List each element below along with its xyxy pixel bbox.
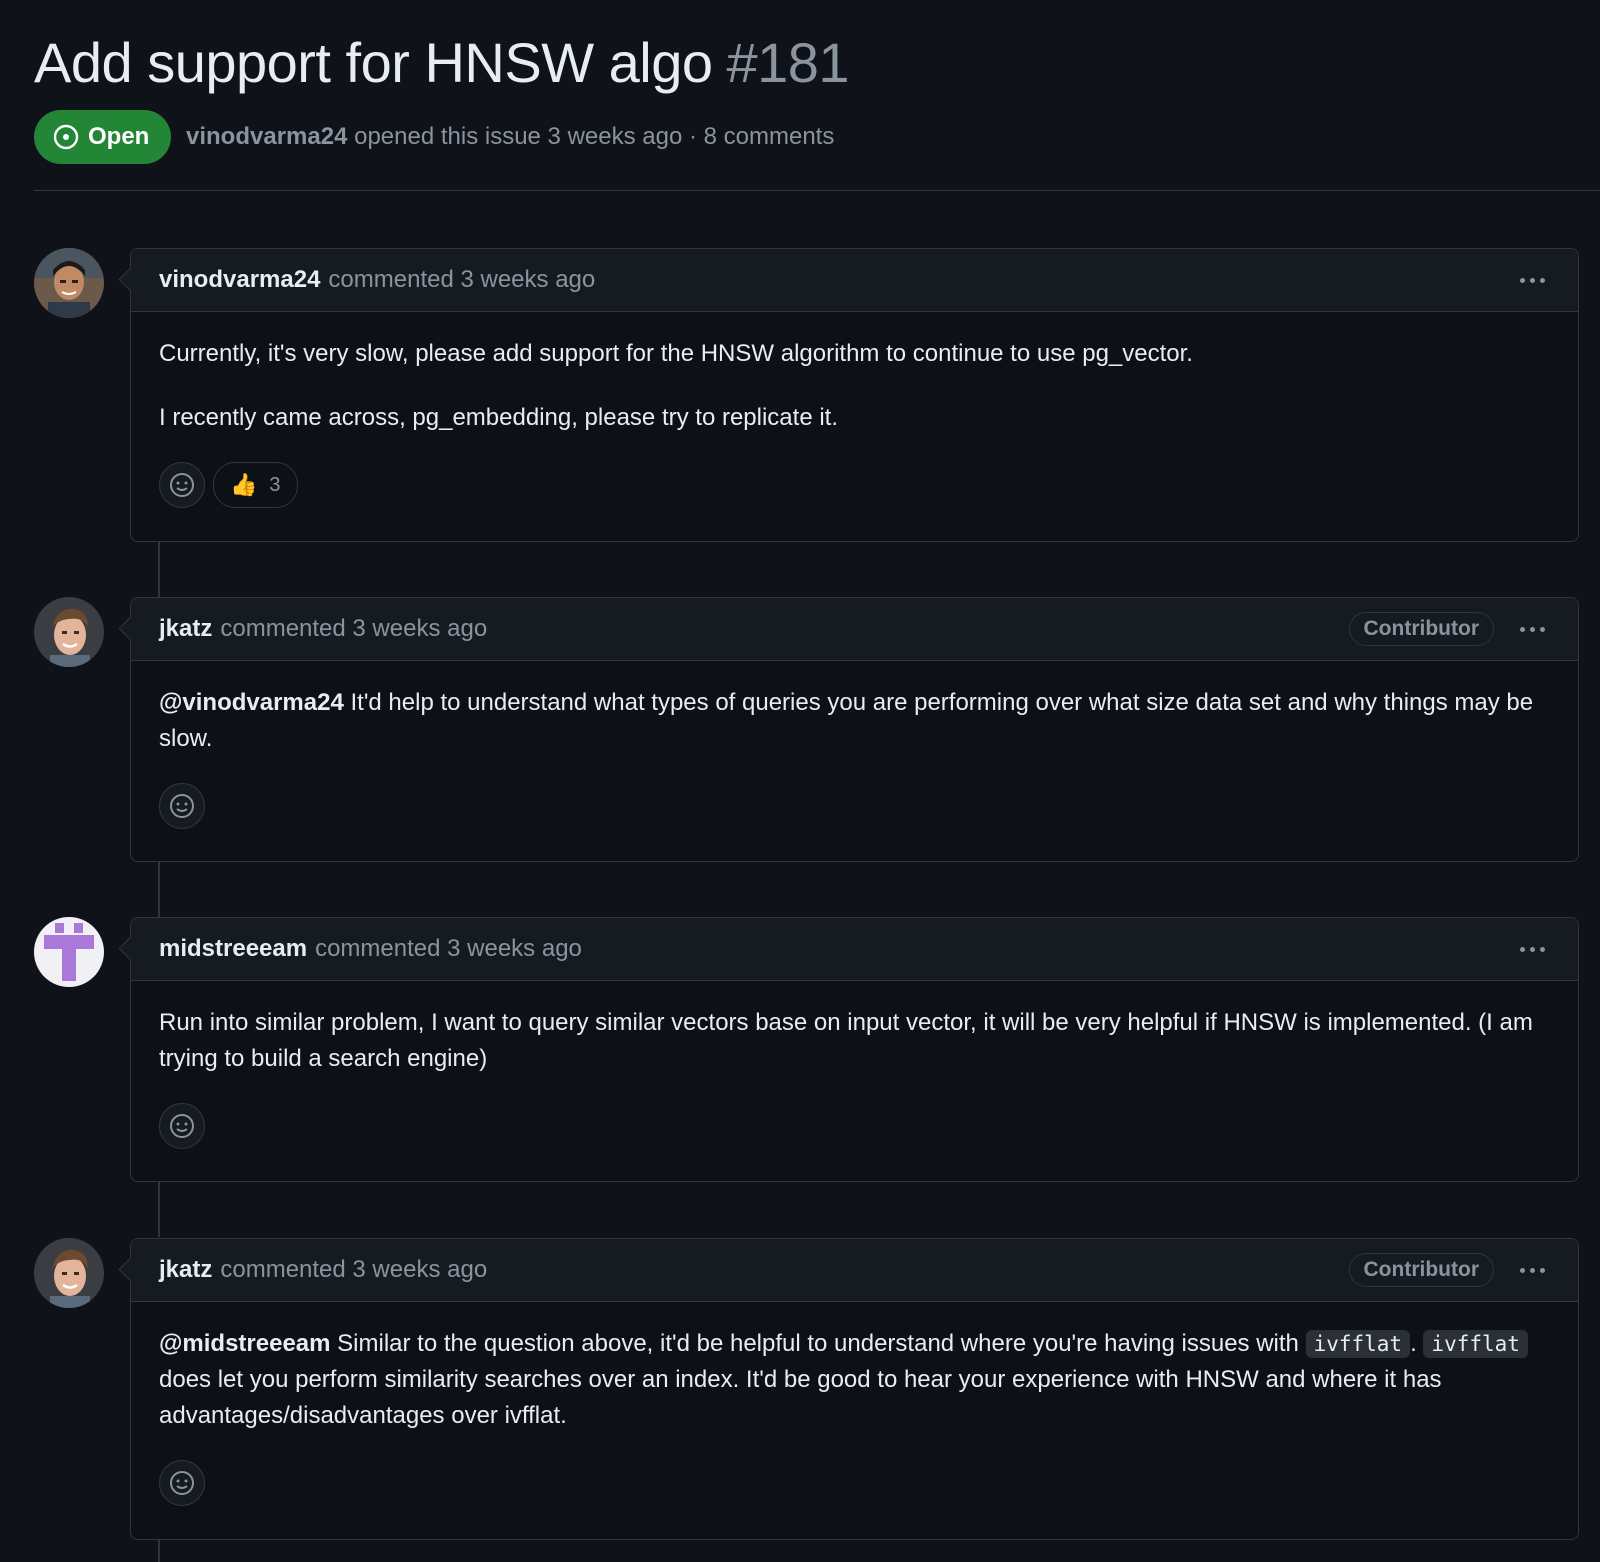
reactions-bar bbox=[159, 1460, 1550, 1506]
comment-paragraph: I recently came across, pg_embedding, pl… bbox=[159, 404, 839, 431]
comment-timestamp[interactable]: commented 3 weeks ago bbox=[328, 266, 595, 294]
contributor-badge: Contributor bbox=[1348, 612, 1494, 646]
comment-paragraph: @midstreeeam Similar to the question abo… bbox=[159, 1326, 1550, 1434]
comment-text: does let you perform similarity searches… bbox=[159, 1366, 1442, 1429]
comment-body: @midstreeeam Similar to the question abo… bbox=[131, 1302, 1578, 1532]
comment-header: midstreeeam commented 3 weeks ago bbox=[131, 918, 1578, 981]
reactions-bar: 👍 3 bbox=[159, 462, 1550, 508]
header-divider bbox=[34, 190, 1600, 191]
identicon-icon bbox=[34, 917, 104, 987]
contributor-badge: Contributor bbox=[1348, 1253, 1494, 1287]
comment-text: It'd help to understand what types of qu… bbox=[159, 689, 1534, 752]
smiley-icon bbox=[170, 1471, 194, 1495]
inline-code: ivfflat bbox=[1423, 1330, 1528, 1358]
issue-number: #181 bbox=[726, 31, 850, 94]
user-mention[interactable]: @midstreeeam bbox=[159, 1330, 330, 1357]
issue-state-label: Open bbox=[88, 123, 150, 150]
reaction-count: 3 bbox=[269, 474, 281, 496]
comment-author[interactable]: jkatz bbox=[159, 615, 212, 643]
issue-meta: vinodvarma24 opened this issue 3 weeks a… bbox=[186, 120, 834, 154]
reactions-bar bbox=[159, 783, 1550, 829]
issue-author-link[interactable]: vinodvarma24 bbox=[186, 123, 347, 150]
smiley-icon bbox=[170, 1114, 194, 1138]
issue-page: Add support for HNSW algo #181 Open vinod… bbox=[0, 0, 1600, 1562]
issue-title: Add support for HNSW algo #181 bbox=[34, 28, 850, 98]
smiley-icon bbox=[170, 794, 194, 818]
comment-author[interactable]: jkatz bbox=[159, 1256, 212, 1284]
comment-author[interactable]: midstreeeam bbox=[159, 935, 307, 963]
issue-title-text: Add support for HNSW algo bbox=[34, 31, 713, 94]
comment-text: Similar to the question above, it'd be h… bbox=[337, 1330, 1299, 1357]
avatar-jkatz[interactable] bbox=[34, 1238, 104, 1308]
add-reaction-button[interactable] bbox=[159, 1103, 205, 1149]
timeline-connector bbox=[158, 861, 160, 917]
add-reaction-button[interactable] bbox=[159, 783, 205, 829]
comment-body: Run into similar problem, I want to quer… bbox=[131, 981, 1578, 1175]
comment-header: jkatz commented 3 weeks ago Contributor bbox=[131, 1239, 1578, 1302]
comment-body: @vinodvarma24 It'd help to understand wh… bbox=[131, 661, 1578, 855]
reactions-bar bbox=[159, 1103, 1550, 1149]
comment-header: jkatz commented 3 weeks ago Contributor bbox=[131, 598, 1578, 661]
comment-text: . bbox=[1410, 1330, 1417, 1357]
add-reaction-button[interactable] bbox=[159, 462, 205, 508]
comment-timestamp[interactable]: commented 3 weeks ago bbox=[220, 1256, 487, 1284]
comment-header-actions: Contributor bbox=[1348, 1253, 1550, 1287]
comment-paragraph: Currently, it's very slow, please add su… bbox=[159, 340, 1193, 367]
comment-header-actions bbox=[1514, 937, 1550, 961]
avatar-vinodvarma24[interactable] bbox=[34, 248, 104, 318]
comment-card: midstreeeam commented 3 weeks ago Run in… bbox=[130, 917, 1579, 1182]
comment-card: jkatz commented 3 weeks ago Contributor … bbox=[130, 597, 1579, 862]
avatar-midstreeeam[interactable] bbox=[34, 917, 104, 987]
comment-timestamp[interactable]: commented 3 weeks ago bbox=[220, 615, 487, 643]
inline-code: ivfflat bbox=[1305, 1330, 1411, 1358]
comment-card: vinodvarma24 commented 3 weeks ago Curre… bbox=[130, 248, 1579, 542]
timeline-connector bbox=[158, 541, 160, 597]
more-options-icon[interactable] bbox=[1514, 617, 1550, 641]
comment-header-actions: Contributor bbox=[1348, 612, 1550, 646]
timeline-connector bbox=[158, 1538, 160, 1562]
more-options-icon[interactable] bbox=[1514, 1258, 1550, 1282]
comment-header: vinodvarma24 commented 3 weeks ago bbox=[131, 249, 1578, 312]
comment-paragraph: Run into similar problem, I want to quer… bbox=[159, 1009, 1533, 1072]
comment-card: jkatz commented 3 weeks ago Contributor … bbox=[130, 1238, 1579, 1540]
comment-timestamp[interactable]: commented 3 weeks ago bbox=[315, 935, 582, 963]
user-photo-icon bbox=[34, 597, 104, 667]
comment-header-actions bbox=[1514, 268, 1550, 292]
add-reaction-button[interactable] bbox=[159, 1460, 205, 1506]
more-options-icon[interactable] bbox=[1514, 268, 1550, 292]
more-options-icon[interactable] bbox=[1514, 937, 1550, 961]
thumbs-up-reaction[interactable]: 👍 3 bbox=[213, 462, 298, 508]
user-photo-icon bbox=[34, 248, 104, 318]
issue-opened-icon bbox=[53, 124, 79, 150]
issue-state-badge: Open bbox=[34, 110, 172, 164]
comment-author[interactable]: vinodvarma24 bbox=[159, 266, 320, 294]
thumbs-up-icon: 👍 bbox=[230, 472, 258, 497]
comment-body: Currently, it's very slow, please add su… bbox=[131, 312, 1578, 534]
avatar-jkatz[interactable] bbox=[34, 597, 104, 667]
timeline-connector bbox=[158, 1181, 160, 1237]
comment-paragraph: @vinodvarma24 It'd help to understand wh… bbox=[159, 685, 1550, 757]
user-photo-icon bbox=[34, 1238, 104, 1308]
issue-opened-text: opened this issue 3 weeks ago · 8 commen… bbox=[354, 123, 835, 150]
smiley-icon bbox=[170, 473, 194, 497]
user-mention[interactable]: @vinodvarma24 bbox=[159, 689, 344, 716]
